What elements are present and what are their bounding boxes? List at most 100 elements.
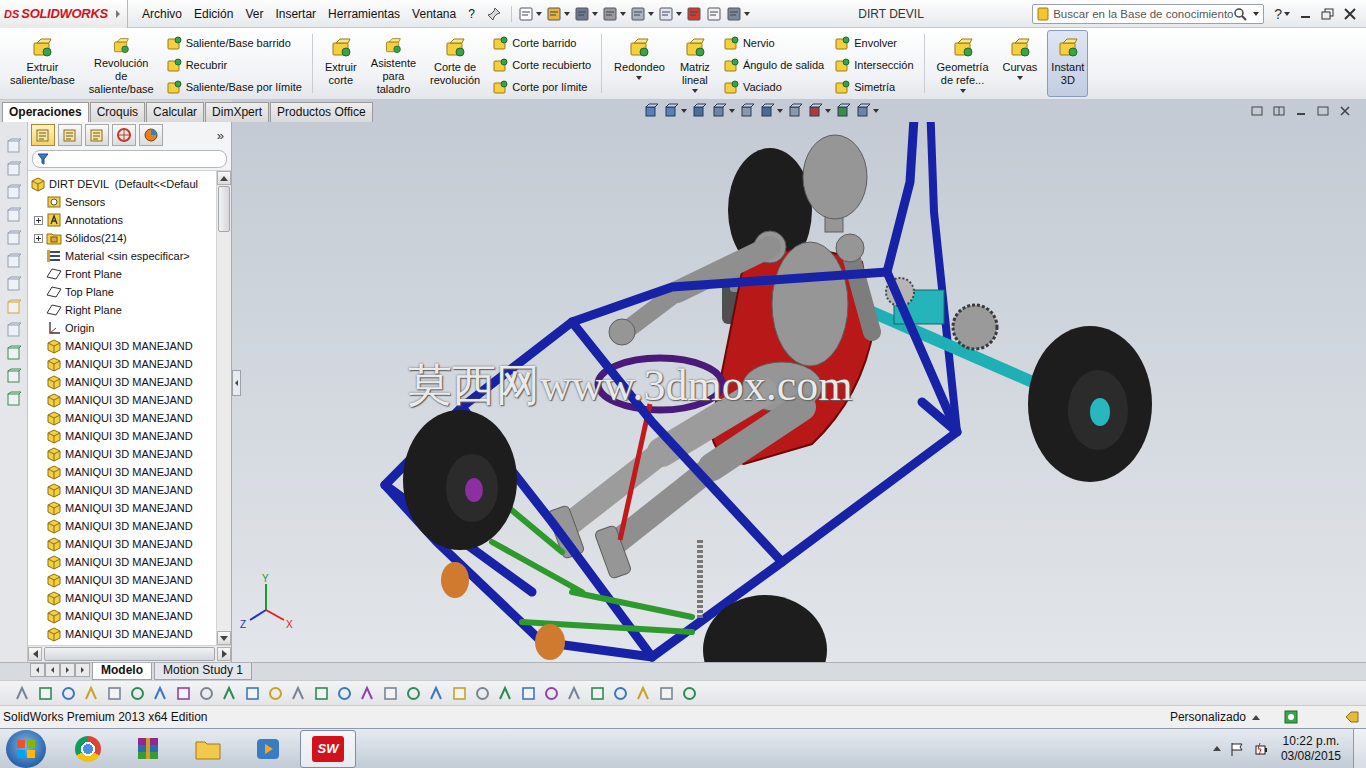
tree-item[interactable]: MANIQUI 3D MANEJAND <box>28 391 216 409</box>
left-tool-icon[interactable] <box>6 184 22 200</box>
view-tool[interactable] <box>759 103 783 119</box>
view-tool[interactable] <box>663 103 687 119</box>
toolbar-tool-icon[interactable] <box>37 685 54 702</box>
expand-icon[interactable] <box>34 234 43 243</box>
toolbar-tool-icon[interactable] <box>336 685 353 702</box>
tab-nav-button[interactable] <box>60 663 75 677</box>
menu-item[interactable]: Ventana <box>406 5 462 23</box>
toolbar-tool-icon[interactable] <box>152 685 169 702</box>
tree-item[interactable]: MANIQUI 3D MANEJAND <box>28 355 216 373</box>
tree-horizontal-scrollbar[interactable] <box>28 645 231 662</box>
tab-nav-button[interactable] <box>30 663 45 677</box>
tree-item[interactable]: MANIQUI 3D MANEJAND <box>28 463 216 481</box>
tree-item[interactable]: MANIQUI 3D MANEJAND <box>28 517 216 535</box>
help-button[interactable]: ? <box>1274 6 1282 22</box>
tree-item[interactable]: Front Plane <box>28 265 216 283</box>
quick-tool[interactable] <box>630 6 654 22</box>
solidworks-taskbar-button[interactable]: SW <box>300 730 356 768</box>
tree-item[interactable]: MANIQUI 3D MANEJAND <box>28 427 216 445</box>
filter-field[interactable] <box>32 150 227 168</box>
command-button[interactable]: Saliente/Base barrido <box>164 32 304 54</box>
quick-tool[interactable] <box>706 6 722 22</box>
toolbar-tool-icon[interactable] <box>244 685 261 702</box>
view-tool[interactable] <box>787 103 803 119</box>
menu-item[interactable]: Edición <box>188 5 239 23</box>
dropdown-caret-icon[interactable] <box>692 89 698 93</box>
more-tabs-button[interactable]: » <box>217 128 228 143</box>
menu-item[interactable]: ? <box>462 5 481 23</box>
help-dropdown-icon[interactable] <box>1284 12 1290 16</box>
command-button[interactable]: Saliente/Base por límite <box>164 76 304 98</box>
left-tool-icon[interactable] <box>6 253 22 269</box>
scroll-left-icon[interactable] <box>28 647 42 661</box>
command-button[interactable]: Asistenteparataladro <box>367 28 420 99</box>
solidworks-logo[interactable]: DSSOLIDWORKS <box>0 0 128 28</box>
winrar-taskbar-button[interactable] <box>120 730 176 768</box>
toolbar-tool-icon[interactable] <box>635 685 652 702</box>
command-tab[interactable]: DimXpert <box>205 102 269 122</box>
command-button[interactable]: Simetría <box>832 76 915 98</box>
command-button[interactable]: Nervio <box>721 32 826 54</box>
toolbar-tool-icon[interactable] <box>543 685 560 702</box>
tree-item[interactable]: Sólidos(214) <box>28 229 216 247</box>
scroll-thumb[interactable] <box>218 186 230 232</box>
graphics-area[interactable]: 莫西网www.3dmox.comYXZ <box>232 122 1366 662</box>
start-button[interactable] <box>6 730 46 768</box>
left-tool-icon[interactable] <box>6 230 22 246</box>
scroll-right-icon[interactable] <box>217 647 231 661</box>
command-button[interactable]: Revolucióndesaliente/base <box>85 28 158 99</box>
left-tool-icon[interactable] <box>6 368 22 384</box>
command-button[interactable]: Instant3D <box>1047 30 1088 97</box>
clock[interactable]: 10:22 p.m.03/08/2015 <box>1277 734 1345 764</box>
model-tab[interactable]: Modelo <box>92 663 152 680</box>
toolbar-tool-icon[interactable] <box>520 685 537 702</box>
configuration-manager-tab[interactable] <box>85 124 109 146</box>
toolbar-tool-icon[interactable] <box>658 685 675 702</box>
menu-item[interactable]: Ver <box>239 5 269 23</box>
tree-item[interactable]: MANIQUI 3D MANEJAND <box>28 625 216 643</box>
toolbar-tool-icon[interactable] <box>221 685 238 702</box>
command-button[interactable]: Redondeo <box>610 28 669 99</box>
pin-icon[interactable] <box>487 7 501 21</box>
tree-item[interactable]: MANIQUI 3D MANEJAND <box>28 589 216 607</box>
quick-tool[interactable] <box>574 6 598 22</box>
quick-tool[interactable] <box>602 6 626 22</box>
units-caret-icon[interactable] <box>1252 715 1260 720</box>
toolbar-tool-icon[interactable] <box>359 685 376 702</box>
left-tool-icon[interactable] <box>6 276 22 292</box>
left-tool-icon[interactable] <box>6 345 22 361</box>
search-dropdown-icon[interactable] <box>1253 12 1259 16</box>
tree-item[interactable]: Material <sin especificar> <box>28 247 216 265</box>
tree-item[interactable]: Top Plane <box>28 283 216 301</box>
tree-item[interactable]: MANIQUI 3D MANEJAND <box>28 337 216 355</box>
viewport-close-icon[interactable] <box>1338 105 1352 117</box>
view-tool[interactable] <box>855 103 879 119</box>
close-icon[interactable] <box>1342 7 1358 21</box>
media-taskbar-button[interactable] <box>240 730 296 768</box>
command-button[interactable]: Curvas <box>999 28 1042 99</box>
scroll-thumb[interactable] <box>44 647 215 661</box>
toolbar-tool-icon[interactable] <box>612 685 629 702</box>
viewport-restore2-icon[interactable] <box>1316 105 1330 117</box>
menu-item[interactable]: Archivo <box>136 5 188 23</box>
help-status-icon[interactable] <box>1284 710 1298 724</box>
dimxpert-manager-tab[interactable] <box>112 124 136 146</box>
toolbar-tool-icon[interactable] <box>474 685 491 702</box>
property-manager-tab[interactable] <box>58 124 82 146</box>
dropdown-caret-icon[interactable] <box>960 89 966 93</box>
action-center-flag-icon[interactable] <box>1229 741 1245 757</box>
toolbar-tool-icon[interactable] <box>129 685 146 702</box>
scroll-up-icon[interactable] <box>217 171 231 185</box>
command-tab[interactable]: Productos Office <box>270 102 373 122</box>
model-tab[interactable]: Motion Study 1 <box>154 663 252 680</box>
command-button[interactable]: Matrizlineal <box>675 28 715 99</box>
view-tool[interactable] <box>835 103 851 119</box>
tag-icon[interactable] <box>1344 710 1360 724</box>
tree-item[interactable]: Annotations <box>28 211 216 229</box>
command-button[interactable]: Extruirsaliente/base <box>6 28 79 99</box>
quick-tool[interactable] <box>546 6 570 22</box>
tree-item[interactable]: MANIQUI 3D MANEJAND <box>28 499 216 517</box>
viewport-tile-icon[interactable] <box>1272 105 1286 117</box>
tree-item[interactable]: MANIQUI 3D MANEJAND <box>28 445 216 463</box>
command-button[interactable]: Intersección <box>832 54 915 76</box>
